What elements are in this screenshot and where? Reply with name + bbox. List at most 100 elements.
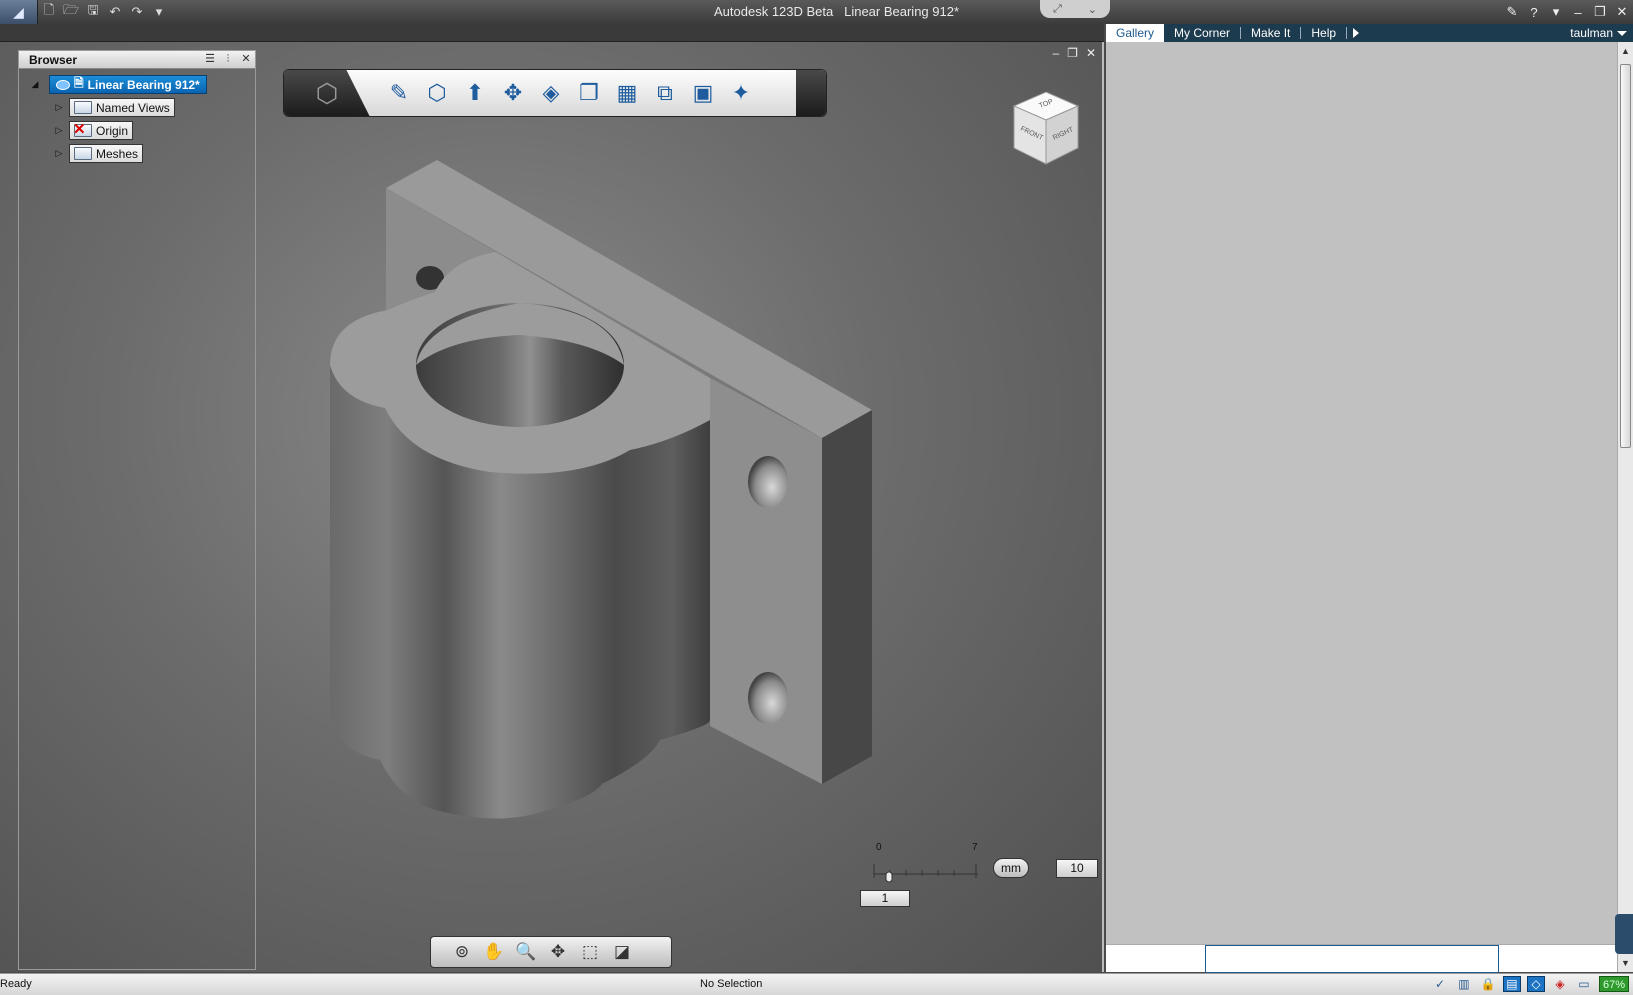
footer-field[interactable]: [1205, 945, 1499, 973]
browser-header: Browser ☰ ⫶ ✕: [19, 51, 255, 69]
help-dropdown-icon[interactable]: ▾: [1545, 1, 1567, 23]
pin-icon[interactable]: ⫶: [221, 52, 235, 66]
folder-icon: [74, 101, 92, 114]
viewport-controls: – ❐ ✕: [1052, 46, 1096, 60]
modify-icon[interactable]: ◈: [536, 78, 566, 108]
user-name[interactable]: taulman: [1570, 26, 1613, 40]
look-at-icon[interactable]: ✥: [545, 941, 571, 963]
new-icon[interactable]: 🗋: [38, 2, 60, 22]
toolbar-strip: [0, 24, 1104, 42]
grid-icon[interactable]: ▥: [1455, 976, 1473, 992]
scroll-down-icon[interactable]: ▼: [1621, 958, 1630, 968]
snap-value-field[interactable]: 1: [860, 890, 910, 907]
restore-button[interactable]: ❐: [1589, 1, 1611, 23]
orbit-icon[interactable]: ⊚: [449, 941, 475, 963]
gallery-tab-bar: Gallery My Corner Make It Help taulman: [1106, 24, 1633, 42]
redo-icon[interactable]: ↷: [126, 2, 148, 22]
pan-icon[interactable]: ✋: [481, 941, 507, 963]
expand-icon[interactable]: ▷: [53, 125, 65, 137]
home-icon[interactable]: ⬡: [284, 70, 370, 116]
tab-separator: [1346, 27, 1348, 39]
chevron-down-icon[interactable]: ⌄: [1088, 3, 1097, 16]
user-dropdown-icon[interactable]: [1617, 31, 1627, 36]
move-icon[interactable]: ✥: [498, 78, 528, 108]
plate-side-face: [822, 410, 872, 784]
app-logo-icon: ◢: [13, 3, 24, 20]
combine-icon[interactable]: ❐: [574, 78, 604, 108]
assemble-icon[interactable]: ⧉: [650, 78, 680, 108]
tab-my-corner[interactable]: My Corner: [1164, 24, 1240, 42]
side-tab-handle[interactable]: [1615, 914, 1633, 954]
check-icon[interactable]: ✓: [1431, 976, 1449, 992]
folder-hidden-icon: [73, 120, 92, 138]
make-icon[interactable]: ✦: [726, 78, 756, 108]
root-node[interactable]: 🗎 Linear Bearing 912*: [49, 75, 207, 94]
2d-drawing-icon[interactable]: ▣: [688, 78, 718, 108]
browser-panel: Browser ☰ ⫶ ✕ ◢ 🗎 Linear Bearing 912* ▷ …: [18, 50, 256, 970]
grid-value-field[interactable]: 10: [1056, 859, 1098, 878]
sketch-icon[interactable]: ✎: [384, 78, 414, 108]
node-meshes[interactable]: Meshes: [69, 144, 144, 163]
save-icon[interactable]: 🖫: [82, 2, 104, 22]
fit-icon[interactable]: ⬚: [577, 941, 603, 963]
vertical-scrollbar[interactable]: ▲ ▼: [1617, 42, 1633, 972]
tree-root[interactable]: ◢ 🗎 Linear Bearing 912*: [29, 73, 207, 96]
fullscreen-icon[interactable]: ⤢: [1053, 3, 1062, 16]
status-bar: Ready No Selection ✓ ▥ 🔒 ▤ ◇ ◈ ▭ 67%: [0, 973, 1633, 995]
tab-make-it[interactable]: Make It: [1241, 24, 1300, 42]
close-icon[interactable]: ✕: [239, 52, 253, 66]
node-named-views[interactable]: Named Views: [69, 98, 175, 117]
layout-icon[interactable]: ▭: [1575, 976, 1593, 992]
tab-gallery[interactable]: Gallery: [1106, 24, 1165, 42]
visibility-icon[interactable]: [56, 79, 70, 90]
expand-icon[interactable]: ▷: [53, 102, 65, 114]
close-button[interactable]: ✕: [1611, 1, 1633, 23]
view-cube[interactable]: TOP FRONT RIGHT: [1010, 88, 1082, 168]
viewport-restore-icon[interactable]: ❐: [1067, 46, 1078, 60]
scale-ruler[interactable]: [870, 854, 980, 884]
tree-item-named-views[interactable]: ▷ Named Views: [29, 96, 207, 119]
scale-slider-handle[interactable]: [885, 871, 893, 883]
node-origin[interactable]: Origin: [69, 120, 134, 140]
document-icon: 🗎: [74, 76, 84, 90]
unit-selector[interactable]: mm: [993, 858, 1029, 878]
more-tabs-icon[interactable]: [1353, 28, 1360, 38]
dropdown-icon[interactable]: ▾: [148, 2, 170, 22]
ribbon-end: [796, 70, 826, 116]
collapse-icon[interactable]: ◢: [29, 79, 41, 91]
title-bar: ◢ 🗋 🗁 🖫 ↶ ↷ ▾ Autodesk 123D Beta Linear …: [0, 0, 1633, 24]
undo-icon[interactable]: ↶: [104, 2, 126, 22]
scroll-up-icon[interactable]: ▲: [1621, 46, 1630, 56]
minimize-button[interactable]: –: [1567, 1, 1589, 23]
tree-item-origin[interactable]: ▷ Origin: [29, 119, 207, 142]
application-menu-button[interactable]: ◢: [0, 0, 38, 24]
outline-mode-icon[interactable]: ◈: [1551, 976, 1569, 992]
browser-tree: ◢ 🗎 Linear Bearing 912* ▷ Named Views ▷: [29, 73, 207, 165]
extrude-icon[interactable]: ⬆: [460, 78, 490, 108]
tree-item-meshes[interactable]: ▷ Meshes: [29, 142, 207, 165]
tab-help[interactable]: Help: [1301, 24, 1346, 42]
panel-footer: [1106, 944, 1617, 973]
scrollbar-thumb[interactable]: [1620, 64, 1631, 448]
open-icon[interactable]: 🗁: [60, 2, 82, 22]
status-icons: ✓ ▥ 🔒 ▤ ◇ ◈ ▭ 67%: [1431, 976, 1629, 992]
material-mode-icon[interactable]: ◇: [1526, 976, 1545, 992]
folder-icon: [74, 147, 92, 160]
list-icon[interactable]: ☰: [203, 52, 217, 66]
viewport-minimize-icon[interactable]: –: [1052, 46, 1059, 60]
signal-icon[interactable]: ✎: [1501, 1, 1523, 23]
zoom-icon[interactable]: 🔍: [513, 941, 539, 963]
help-icon[interactable]: ?: [1523, 1, 1545, 23]
title-notch: ⤢ ⌄: [1040, 0, 1110, 18]
3d-viewport[interactable]: – ❐ ✕ Browser ☰ ⫶ ✕ ◢ 🗎 Linear Bearing 9…: [0, 42, 1104, 972]
lock-icon[interactable]: 🔒: [1479, 976, 1497, 992]
navigation-bar: ⊚ ✋ 🔍 ✥ ⬚ ◪: [430, 936, 672, 968]
viewport-close-icon[interactable]: ✕: [1086, 46, 1096, 60]
pattern-icon[interactable]: ▦: [612, 78, 642, 108]
primitives-icon[interactable]: ⬡: [422, 78, 452, 108]
bearing-model[interactable]: [330, 160, 930, 860]
display-mode-icon[interactable]: ▤: [1502, 976, 1521, 992]
browser-title: Browser: [29, 53, 78, 67]
expand-icon[interactable]: ▷: [53, 148, 65, 160]
view-style-icon[interactable]: ◪: [609, 941, 635, 963]
